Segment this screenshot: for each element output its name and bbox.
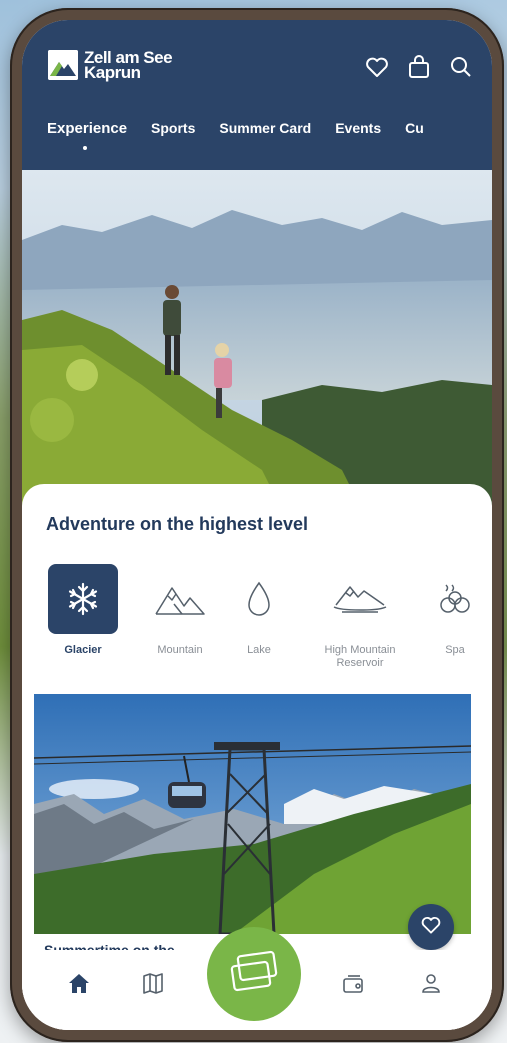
tickets-icon[interactable] xyxy=(340,970,366,996)
app-header: Zell am See Kaprun Experience Sports Sum… xyxy=(22,20,492,170)
category-label: Mountain xyxy=(157,644,203,656)
logo-mountain-icon xyxy=(48,50,78,80)
category-spa[interactable]: Spa xyxy=(432,564,478,657)
heart-icon xyxy=(420,914,442,940)
category-selector: Glacier Mountain Lake High Mountain Rese… xyxy=(22,564,492,674)
favorite-button[interactable] xyxy=(408,904,454,950)
nav-tab-events[interactable]: Events xyxy=(335,120,381,137)
brand-logo[interactable]: Zell am See Kaprun xyxy=(48,49,173,82)
feature-image[interactable] xyxy=(34,694,471,934)
hero-image xyxy=(22,170,492,510)
heart-icon[interactable] xyxy=(364,54,390,80)
category-label: High Mountain Reservoir xyxy=(324,644,396,669)
category-nav: Experience Sports Summer Card Events Cu xyxy=(47,120,424,150)
profile-icon[interactable] xyxy=(418,970,444,996)
search-icon[interactable] xyxy=(448,54,474,80)
shopping-bag-icon[interactable] xyxy=(406,54,432,80)
section-title: Adventure on the highest level xyxy=(46,514,309,534)
app-screen: Zell am See Kaprun Experience Sports Sum… xyxy=(22,20,492,1030)
summer-card-button[interactable] xyxy=(207,927,301,1021)
nav-tab-summer-card[interactable]: Summer Card xyxy=(219,120,311,137)
category-label: Spa xyxy=(445,644,465,656)
mountain-icon xyxy=(148,564,212,634)
card-icon xyxy=(227,950,281,998)
nav-tab-experience[interactable]: Experience xyxy=(47,120,128,150)
category-label: Lake xyxy=(247,644,271,656)
home-icon[interactable] xyxy=(66,970,92,996)
water-drop-icon xyxy=(234,564,284,634)
map-icon[interactable] xyxy=(140,970,166,996)
active-indicator xyxy=(83,146,87,150)
header-actions xyxy=(364,54,474,80)
snowflake-icon xyxy=(48,564,118,634)
nav-tab-sports[interactable]: Sports xyxy=(151,120,195,137)
brand-name: Zell am See Kaprun xyxy=(84,49,173,82)
category-label: Glacier xyxy=(64,644,102,656)
category-glacier[interactable]: Glacier xyxy=(48,564,118,657)
spa-icon xyxy=(432,564,478,634)
category-mountain[interactable]: Mountain xyxy=(148,564,212,657)
nav-tab-more[interactable]: Cu xyxy=(405,120,424,137)
nav-tab-label: Experience xyxy=(47,120,128,137)
category-high-mountain-reservoir[interactable]: High Mountain Reservoir xyxy=(308,564,412,670)
category-lake[interactable]: Lake xyxy=(234,564,284,657)
phone-frame: Zell am See Kaprun Experience Sports Sum… xyxy=(10,8,504,1042)
brand-line-2: Kaprun xyxy=(84,63,141,82)
reservoir-icon xyxy=(308,564,412,634)
